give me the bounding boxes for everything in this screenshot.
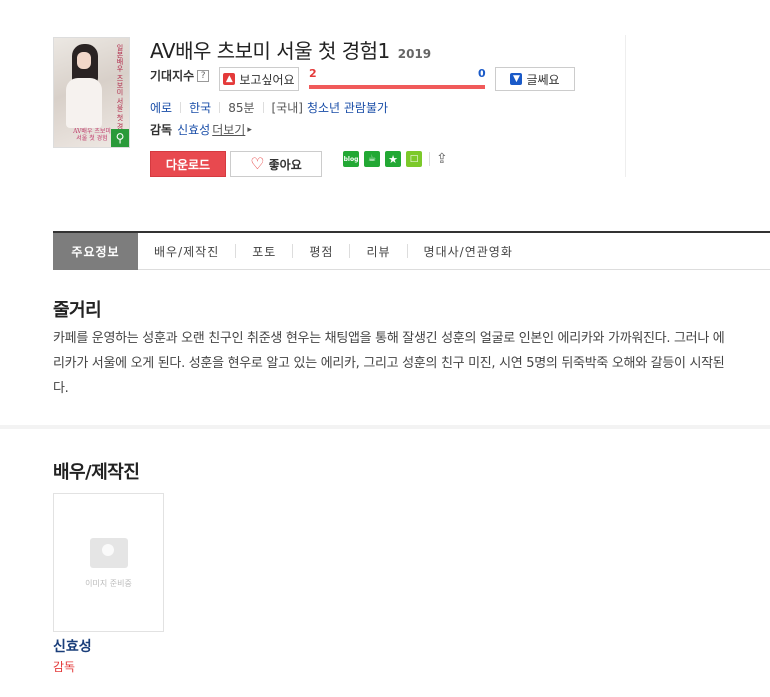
thumb-down-icon: ▼: [510, 73, 523, 85]
movie-poster[interactable]: 일본배우 츠보미 서울 첫 경험 AV배우 츠보미 서울 첫 경험 ⚲: [53, 37, 130, 148]
notwant-count: 0: [478, 67, 486, 80]
like-button[interactable]: ♡ 좋아요: [230, 151, 322, 177]
star-share-icon[interactable]: ★: [385, 151, 401, 167]
director-row: 감독 신효성 더보기 ▸: [150, 121, 252, 138]
cast-heading: 배우/제작진: [53, 462, 140, 483]
want-to-see-label: 보고싶어요: [239, 72, 295, 87]
title-row: AV배우 츠보미 서울 첫 경험1 2019: [150, 35, 431, 64]
tab-photo[interactable]: 포토: [236, 233, 292, 270]
download-button[interactable]: 다운로드: [150, 151, 226, 177]
share-divider: [429, 152, 430, 166]
poster-title: AV배우 츠보미 서울 첫 경험: [73, 128, 111, 142]
cast-photo-card[interactable]: 이미지 준비중: [53, 493, 164, 632]
plot-heading: 줄거리: [53, 300, 102, 321]
poster-figure-dress: [66, 78, 102, 128]
tab-cast-crew[interactable]: 배우/제작진: [138, 233, 235, 270]
meta-divider: [262, 102, 264, 113]
tab-quotes-related[interactable]: 명대사/연관영화: [408, 233, 529, 270]
thumb-up-icon: ▲: [223, 73, 236, 85]
poster-vertical-title: 일본배우 츠보미 서울 첫 경험: [116, 44, 124, 137]
plot-text: 카페를 운영하는 성훈과 오랜 친구인 취준생 현우는 채팅앱을 통해 잘생긴 …: [53, 331, 725, 396]
expect-label: 기대지수: [150, 69, 195, 83]
like-label: 좋아요: [268, 157, 302, 172]
expect-bar-fill: [309, 85, 485, 89]
expect-bar: [309, 85, 485, 89]
blog-share-icon[interactable]: blog: [343, 151, 359, 167]
poster-figure-face: [77, 52, 91, 69]
rating-link[interactable]: 청소년 관람불가: [307, 99, 388, 116]
header-divider: [625, 35, 626, 177]
meta-divider: [180, 102, 182, 113]
director-link[interactable]: 신효성: [177, 121, 210, 138]
cast-role: 감독: [53, 660, 76, 674]
chevron-right-icon: ▸: [247, 124, 252, 135]
genre-link[interactable]: 에로: [150, 99, 172, 116]
runtime: 85분: [228, 101, 255, 115]
country-link[interactable]: 한국: [189, 99, 211, 116]
movie-meta: 에로 한국 85분 [국내] 청소년 관람불가: [150, 99, 388, 116]
tab-review[interactable]: 리뷰: [350, 233, 406, 270]
movie-year: 2019: [397, 47, 432, 61]
director-label: 감독: [150, 123, 173, 137]
memo-share-icon[interactable]: □: [406, 151, 422, 167]
image-placeholder-icon: [90, 538, 128, 568]
want-to-see-button[interactable]: ▲ 보고싶어요: [219, 67, 299, 91]
not-sure-button[interactable]: ▼ 글쎄요: [495, 67, 575, 91]
cast-name[interactable]: 신효성: [53, 636, 92, 656]
more-link[interactable]: 더보기: [212, 121, 245, 138]
share-icon[interactable]: ⇪: [436, 151, 448, 167]
rating-prefix: [국내]: [271, 101, 303, 115]
zoom-icon[interactable]: ⚲: [111, 129, 129, 147]
share-icons: blog ☕ ★ □ ⇪: [343, 151, 448, 167]
not-sure-label: 글쎄요: [526, 72, 560, 87]
tab-bar: 주요정보 배우/제작진 포토 평점 리뷰 명대사/연관영화: [53, 231, 770, 270]
cafe-share-icon[interactable]: ☕: [364, 151, 380, 167]
tab-rating[interactable]: 평점: [293, 233, 349, 270]
meta-divider: [219, 102, 221, 113]
movie-title: AV배우 츠보미 서울 첫 경험1: [150, 39, 390, 63]
help-icon[interactable]: ?: [197, 69, 210, 82]
tab-main-info[interactable]: 주요정보: [53, 232, 138, 270]
heart-icon: ♡: [250, 154, 265, 173]
image-placeholder-text: 이미지 준비중: [85, 579, 132, 588]
section-divider: [0, 425, 770, 429]
want-count: 2: [309, 67, 317, 80]
expect-row: 기대지수 ?: [150, 67, 210, 84]
